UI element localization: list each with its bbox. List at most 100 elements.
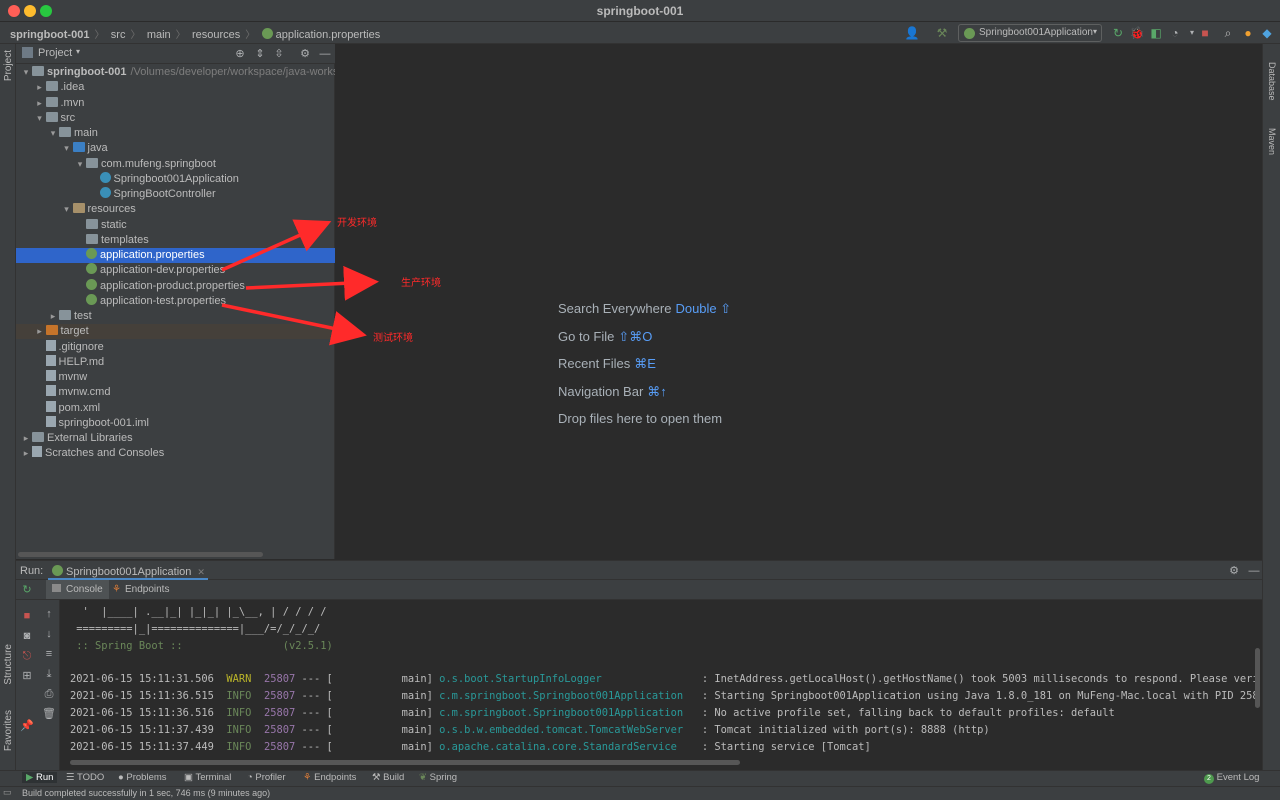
rerun-icon[interactable]: ↻ <box>20 583 34 597</box>
tree-item[interactable]: springboot-001.iml <box>16 415 335 431</box>
tree-item[interactable]: ▸ .mvn <box>16 96 335 111</box>
tab-build[interactable]: ⚒ Build <box>372 772 404 783</box>
collapse-all-icon[interactable]: ⇳ <box>272 47 286 61</box>
breadcrumb-file[interactable]: application.properties <box>276 29 381 41</box>
tab-endpoints[interactable]: ⚘ Endpoints <box>108 580 175 599</box>
expand-all-icon[interactable]: ⇕ <box>253 47 267 61</box>
locate-icon[interactable]: ⊕ <box>233 47 247 61</box>
tree-item[interactable]: application-dev.properties <box>16 263 335 278</box>
chevron-right-icon[interactable]: ▸ <box>34 324 46 339</box>
database-tool-tab[interactable]: Database <box>1267 62 1277 101</box>
hint-search-everywhere[interactable]: Search Everywhere Double ⇧ <box>558 301 731 317</box>
tree-item[interactable]: templates <box>16 233 335 248</box>
chevron-right-icon[interactable]: ▸ <box>20 446 32 461</box>
tree-item[interactable]: mvnw <box>16 370 335 385</box>
project-tool-tab[interactable]: Project <box>3 50 14 81</box>
tab-console[interactable]: Console <box>46 580 109 599</box>
chevron-down-icon[interactable]: ▾ <box>20 65 32 80</box>
pin-icon[interactable]: ⊞ <box>20 669 34 683</box>
structure-tool-tab[interactable]: Structure <box>3 644 14 685</box>
tree-item[interactable]: ▸ target <box>16 324 335 340</box>
project-view-label[interactable]: Project <box>38 47 72 59</box>
tab-todo[interactable]: ☰ TODO <box>66 772 104 783</box>
breadcrumb-src[interactable]: src <box>111 29 126 41</box>
gear-icon[interactable]: ⚙ <box>1227 564 1241 578</box>
gear-icon[interactable]: ⚙ <box>298 47 312 61</box>
chevron-down-icon[interactable]: ▾ <box>61 202 73 217</box>
coverage-icon[interactable]: ◧ <box>1148 25 1164 41</box>
debug-icon[interactable]: 🐞 <box>1129 25 1145 41</box>
tree-item[interactable]: mvnw.cmd <box>16 385 335 400</box>
run-tab[interactable]: Springboot001Application ✕ <box>48 561 208 580</box>
run-configuration-select[interactable]: Springboot001Application ▾ <box>958 24 1102 42</box>
chevron-down-icon[interactable]: ▾ <box>76 47 80 56</box>
tree-item[interactable]: application.properties <box>16 248 335 263</box>
tab-endpoints-tool[interactable]: ⚘ Endpoints <box>303 772 356 783</box>
chevron-down-icon[interactable]: ▾ <box>47 126 59 141</box>
breadcrumb-resources[interactable]: resources <box>192 29 240 41</box>
tree-item[interactable]: ▸ test <box>16 309 335 324</box>
camera-icon[interactable]: ◙ <box>20 629 34 643</box>
close-icon[interactable]: ✕ <box>197 567 205 577</box>
stop-icon[interactable]: ■ <box>20 609 34 623</box>
profile-icon[interactable]: ◔ <box>1167 25 1183 41</box>
status-message[interactable]: Build completed successfully in 1 sec, 7… <box>22 788 270 798</box>
tree-item[interactable]: pom.xml <box>16 400 335 416</box>
tab-profiler[interactable]: ◔ Profiler <box>247 772 285 783</box>
tab-event-log[interactable]: 2 Event Log <box>1204 772 1259 784</box>
hint-go-to-file[interactable]: Go to File ⇧⌘O <box>558 329 652 345</box>
arrow-down-icon[interactable]: ↓ <box>42 627 56 641</box>
hint-navigation-bar[interactable]: Navigation Bar ⌘↑ <box>558 384 667 400</box>
chevron-right-icon[interactable]: ▸ <box>34 96 46 111</box>
console-vertical-scrollbar[interactable] <box>1255 648 1260 708</box>
chevron-right-icon[interactable]: ▸ <box>20 431 32 446</box>
breadcrumb-project[interactable]: springboot-001 <box>10 29 89 41</box>
tree-item[interactable]: SpringBootController <box>16 187 335 202</box>
tab-spring[interactable]: ❦ Spring <box>419 772 457 783</box>
tree-item[interactable]: application-test.properties <box>16 293 335 309</box>
chevron-right-icon[interactable]: ▸ <box>47 309 59 324</box>
stop-icon[interactable]: ■ <box>1197 25 1213 41</box>
build-hammer-icon[interactable]: ⚒ <box>934 25 950 41</box>
tab-problems[interactable]: ● Problems <box>118 772 167 783</box>
favorites-tool-tab[interactable]: Favorites <box>3 710 14 751</box>
breadcrumb-main[interactable]: main <box>147 29 171 41</box>
tree-item[interactable]: ▾ java <box>16 141 335 156</box>
update-icon[interactable]: ● <box>1240 25 1256 41</box>
tree-item[interactable]: ▾ main <box>16 126 335 141</box>
console-horizontal-scrollbar[interactable] <box>70 760 740 765</box>
tree-item[interactable]: ▾ springboot-001/Volumes/developer/worksp… <box>16 65 335 80</box>
tree-item[interactable]: ▸ Scratches and Consoles <box>16 446 335 461</box>
hint-recent-files[interactable]: Recent Files ⌘E <box>558 356 656 372</box>
jetbrains-icon[interactable]: ◆ <box>1259 25 1275 41</box>
console-output[interactable]: ' |____| .__|_| |_|_| |_\__, | / / / / =… <box>60 600 1256 760</box>
chevron-down-icon[interactable]: ▾ <box>74 157 86 172</box>
tree-item[interactable]: static <box>16 218 335 233</box>
tree-item[interactable]: Springboot001Application <box>16 171 335 187</box>
tab-terminal[interactable]: ▣ Terminal <box>184 772 231 783</box>
scroll-to-end-icon[interactable]: ⤓ <box>42 667 56 681</box>
tree-item[interactable]: ▸ .idea <box>16 80 335 95</box>
user-icon[interactable]: 👤 <box>904 25 920 41</box>
trash-icon[interactable]: 🗑 <box>42 707 56 721</box>
tree-item[interactable]: HELP.md <box>16 354 335 370</box>
hide-icon[interactable]: — <box>318 47 332 61</box>
soft-wrap-icon[interactable]: ≡ <box>42 647 56 661</box>
tree-item[interactable]: ▾ resources <box>16 202 335 217</box>
pin-tab-icon[interactable]: 📌 <box>20 719 34 733</box>
chevron-down-icon[interactable]: ▾ <box>34 111 46 126</box>
print-icon[interactable]: ⎙ <box>42 687 56 701</box>
horizontal-scrollbar[interactable] <box>18 552 263 557</box>
tree-item[interactable]: ▸ External Libraries <box>16 431 335 446</box>
exit-icon[interactable]: ⎋ <box>20 649 34 663</box>
rerun-icon[interactable]: ↻ <box>1110 25 1126 41</box>
hide-icon[interactable]: — <box>1247 564 1261 578</box>
tree-item[interactable]: ▾ com.mufeng.springboot <box>16 157 335 172</box>
tree-item[interactable]: application-product.properties <box>16 278 335 294</box>
maven-tool-tab[interactable]: Maven <box>1267 128 1277 155</box>
tree-item[interactable]: ▾ src <box>16 111 335 126</box>
arrow-up-icon[interactable]: ↑ <box>42 607 56 621</box>
tree-item[interactable]: .gitignore <box>16 339 335 355</box>
chevron-right-icon[interactable]: ▸ <box>34 80 46 95</box>
chevron-down-icon[interactable]: ▾ <box>61 141 73 156</box>
